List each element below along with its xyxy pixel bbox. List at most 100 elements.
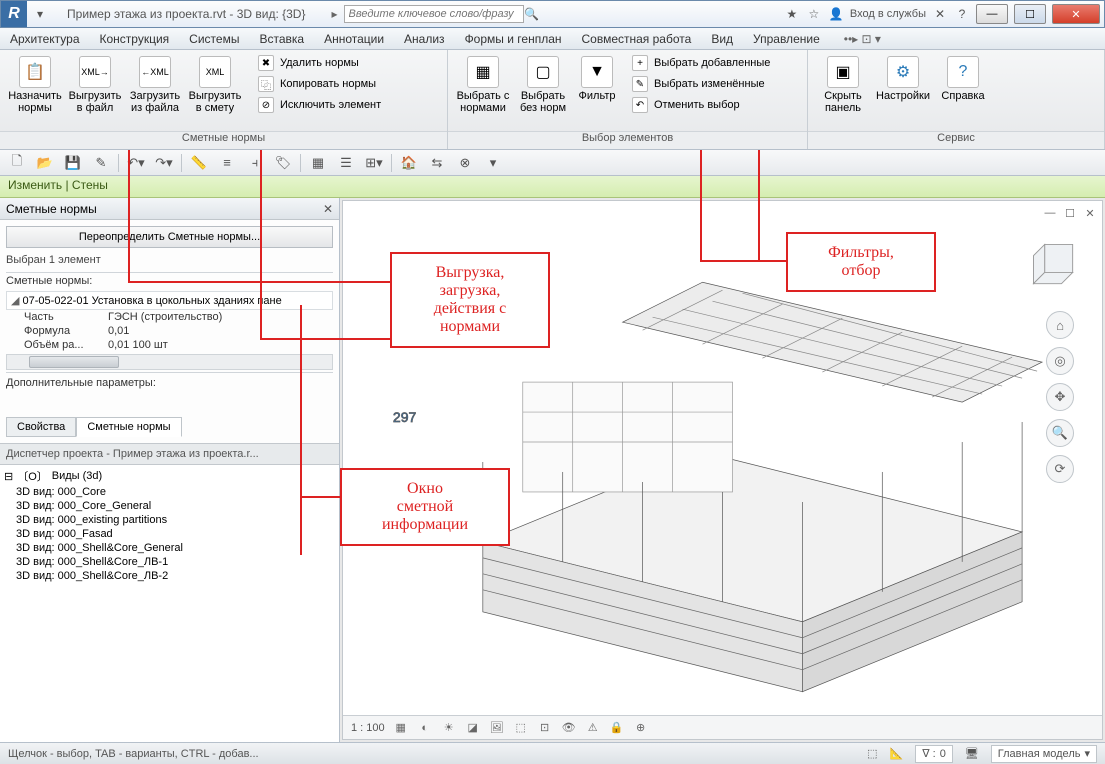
menu-overflow-icon[interactable]: ••▸ ⊡ ▾ — [834, 32, 891, 46]
qat-section-icon[interactable]: ▦ — [307, 153, 329, 173]
vp-reveal-icon[interactable]: ⚠ — [585, 720, 601, 736]
select-with-icon: ▦ — [467, 56, 499, 88]
copy-icon: ⿻ — [258, 76, 274, 92]
additional-params-label: Дополнительные параметры: — [6, 372, 333, 417]
help-icon[interactable]: ? — [954, 6, 970, 22]
tab-properties[interactable]: Свойства — [6, 417, 76, 437]
browser-item[interactable]: 3D вид: 000_Fasad — [4, 527, 335, 541]
browser-item[interactable]: 3D вид: 000_Core — [4, 485, 335, 499]
status-bar: Щелчок - выбор, TAB - варианты, CTRL - д… — [0, 742, 1105, 764]
status-icon-b[interactable]: 📐 — [890, 747, 904, 760]
override-norms-button[interactable]: Переопределить Сметные нормы... — [6, 226, 333, 248]
qat-save-icon[interactable]: 💾 — [62, 153, 84, 173]
copy-norms-button[interactable]: ⿻Копировать нормы — [252, 75, 387, 93]
qat-tag-icon[interactable]: 🏷 — [272, 153, 294, 173]
select-with-norms-button[interactable]: ▦Выбрать с нормами — [454, 54, 512, 114]
browser-item[interactable]: 3D вид: 000_Shell&Core_ЛВ-1 — [4, 555, 335, 569]
search-go-icon[interactable]: 🔍 — [524, 6, 540, 22]
browser-item[interactable]: 3D вид: 000_Shell&Core_General — [4, 541, 335, 555]
menu-architecture[interactable]: Архитектура — [0, 32, 90, 46]
select-without-norms-button[interactable]: ▢Выбрать без норм — [514, 54, 572, 114]
vp-temp-icon[interactable]: 🔒 — [609, 720, 625, 736]
export-estimate-button[interactable]: XMLВыгрузить в смету — [186, 54, 244, 114]
menu-structure[interactable]: Конструкция — [90, 32, 180, 46]
filter-button[interactable]: ▼Фильтр — [574, 54, 620, 102]
exclude-element-button[interactable]: ⊘Исключить элемент — [252, 96, 387, 114]
qat-switch-icon[interactable]: ⇆ — [426, 153, 448, 173]
selection-count-box[interactable]: ∇ :0 — [915, 745, 953, 763]
qat-close-icon[interactable]: ⊗ — [454, 153, 476, 173]
maximize-button[interactable]: ☐ — [1014, 4, 1046, 24]
qat-window-icon[interactable]: ⊞▾ — [363, 153, 385, 173]
norm-item[interactable]: ◢ 07-05-022-01 Установка в цокольных зда… — [6, 291, 333, 310]
app-logo-icon[interactable]: R — [1, 1, 27, 27]
status-hint: Щелчок - выбор, TAB - варианты, CTRL - д… — [8, 748, 259, 760]
panel-close-icon[interactable]: ✕ — [323, 202, 333, 216]
menu-view[interactable]: Вид — [701, 32, 743, 46]
main-model-dropdown[interactable]: Главная модель ▾ — [991, 745, 1097, 763]
vp-hide-icon[interactable]: 👁 — [561, 720, 577, 736]
menu-collaborate[interactable]: Совместная работа — [572, 32, 702, 46]
export-file-button[interactable]: XML→Выгрузить в файл — [66, 54, 124, 114]
vp-render-icon[interactable]: 🖼 — [489, 720, 505, 736]
browser-root-views[interactable]: ⊟〔O〕Виды (3d) — [4, 467, 335, 485]
vp-style-icon[interactable]: ◐ — [417, 720, 433, 736]
axis-label: 297 — [393, 409, 417, 425]
vp-crop2-icon[interactable]: ⊡ — [537, 720, 553, 736]
vp-shadow-icon[interactable]: ◪ — [465, 720, 481, 736]
import-file-button[interactable]: ←XMLЗагрузить из файла — [126, 54, 184, 114]
browser-item[interactable]: 3D вид: 000_Core_General — [4, 499, 335, 513]
menu-insert[interactable]: Вставка — [249, 32, 314, 46]
project-browser[interactable]: ⊟〔O〕Виды (3d) 3D вид: 000_Core 3D вид: 0… — [0, 465, 339, 742]
star-icon[interactable]: ★ — [784, 6, 800, 22]
exchange-icon[interactable]: ✕ — [932, 6, 948, 22]
star2-icon[interactable]: ☆ — [806, 6, 822, 22]
login-link[interactable]: Вход в службы — [850, 8, 926, 20]
qat-thin-icon[interactable]: ☰ — [335, 153, 357, 173]
qat-chevron-icon[interactable]: ▸ — [325, 7, 343, 21]
qat-3d-icon[interactable]: 🏠 — [398, 153, 420, 173]
settings-button[interactable]: ⚙Настройки — [874, 54, 932, 102]
norms-panel-title: Сметные нормы — [6, 202, 97, 216]
browser-item[interactable]: 3D вид: 000_existing partitions — [4, 513, 335, 527]
qat-extra-icon[interactable]: ▾ — [482, 153, 504, 173]
vp-show-icon[interactable]: ⊕ — [633, 720, 649, 736]
cancel-selection-button[interactable]: ↶Отменить выбор — [626, 96, 776, 114]
vp-sun-icon[interactable]: ☀ — [441, 720, 457, 736]
qat-redo-icon[interactable]: ↷▾ — [153, 153, 175, 173]
browser-item[interactable]: 3D вид: 000_Shell&Core_ЛВ-2 — [4, 569, 335, 583]
scale-label[interactable]: 1 : 100 — [351, 722, 385, 734]
qat-measure-icon[interactable]: 📏 — [188, 153, 210, 173]
qat-new-icon[interactable]: 🗋 — [6, 153, 28, 173]
norms-hscrollbar[interactable] — [6, 354, 333, 370]
qat-dim-icon[interactable]: ⫞ — [244, 153, 266, 173]
vp-detail-icon[interactable]: ▦ — [393, 720, 409, 736]
menu-annotations[interactable]: Аннотации — [314, 32, 394, 46]
close-button[interactable]: ✕ — [1052, 4, 1100, 24]
ribbon-group-norms-title: Сметные нормы — [0, 131, 447, 149]
project-browser-title: Диспетчер проекта - Пример этажа из прое… — [0, 443, 339, 465]
minimize-button[interactable]: — — [976, 4, 1008, 24]
search-input[interactable] — [344, 5, 524, 23]
xml-estimate-icon: XML — [199, 56, 231, 88]
delete-norms-button[interactable]: ✖Удалить нормы — [252, 54, 387, 72]
app-menu-chevron-icon[interactable]: ▾ — [33, 7, 47, 21]
help-circle-icon: ? — [947, 56, 979, 88]
assign-norms-button[interactable]: 📋Назначить нормы — [6, 54, 64, 114]
status-icon-c[interactable]: 🖥 — [965, 747, 979, 760]
status-icon-a[interactable]: ⬚ — [867, 747, 877, 760]
select-added-button[interactable]: +Выбрать добавленные — [626, 54, 776, 72]
qat-align-icon[interactable]: ≡ — [216, 153, 238, 173]
tab-norms[interactable]: Сметные нормы — [76, 417, 181, 437]
user-icon: 👤 — [828, 6, 844, 22]
qat-open-icon[interactable]: 📂 — [34, 153, 56, 173]
menu-systems[interactable]: Системы — [179, 32, 249, 46]
menu-analyze[interactable]: Анализ — [394, 32, 455, 46]
qat-sync-icon[interactable]: ✎ — [90, 153, 112, 173]
menu-manage[interactable]: Управление — [743, 32, 830, 46]
select-changed-button[interactable]: ✎Выбрать изменённые — [626, 75, 776, 93]
hide-panel-button[interactable]: ▣Скрыть панель — [814, 54, 872, 114]
vp-crop-icon[interactable]: ⬚ — [513, 720, 529, 736]
menu-massing[interactable]: Формы и генплан — [455, 32, 572, 46]
help-button[interactable]: ?Справка — [934, 54, 992, 102]
